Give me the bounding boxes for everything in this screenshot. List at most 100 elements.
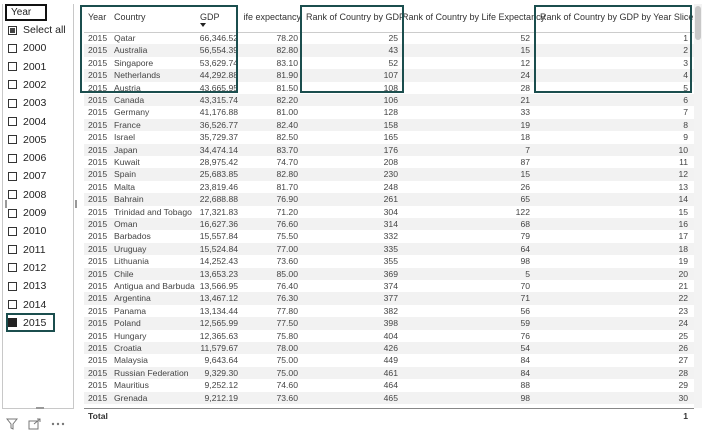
table-row[interactable]: 2015 Panama 13,134.44 77.80 382 56 23 bbox=[84, 305, 694, 317]
slicer-resize-handle-left[interactable] bbox=[5, 200, 7, 208]
column-header-rank-slicer[interactable]: Rank of Country by GDP by Year Slicer bbox=[540, 12, 696, 22]
slicer-item-select-all[interactable]: Select all bbox=[8, 22, 74, 38]
table-row[interactable]: 2015 Canada 43,315.74 82.20 106 21 6 bbox=[84, 94, 694, 107]
slicer-item-2006[interactable]: 2006 bbox=[8, 150, 74, 166]
slicer-item-2002[interactable]: 2002 bbox=[8, 77, 74, 93]
column-header-rank-gdp[interactable]: Rank of Country by GDP bbox=[306, 12, 405, 22]
cell-rank-gdp: 398 bbox=[383, 318, 398, 329]
checkbox[interactable] bbox=[8, 43, 17, 53]
cell-year: 2015 bbox=[88, 57, 108, 68]
cell-life-expectancy: 75.00 bbox=[276, 355, 298, 366]
cell-life-expectancy: 82.80 bbox=[276, 45, 298, 56]
slicer-item-2013[interactable]: 2013 bbox=[8, 278, 74, 294]
table-row[interactable]: 2015 Oman 16,627.36 76.60 314 68 16 bbox=[84, 218, 694, 231]
cell-rank-life: 19 bbox=[520, 119, 530, 130]
table-row[interactable]: 2015 Australia 56,554.39 82.80 43 15 2 bbox=[84, 44, 694, 57]
checkbox[interactable] bbox=[8, 171, 17, 181]
table-row[interactable]: 2015 Qatar 66,346.52 78.20 25 52 1 bbox=[84, 32, 694, 44]
column-header-country[interactable]: Country bbox=[114, 12, 146, 22]
slicer-item-2014[interactable]: 2014 bbox=[8, 297, 74, 313]
table-row[interactable]: 2015 Lithuania 14,252.43 73.60 355 98 19 bbox=[84, 255, 694, 267]
table-row[interactable]: 2015 Hungary 12,365.63 75.80 404 76 25 bbox=[84, 330, 694, 342]
cell-rank-slicer: 29 bbox=[678, 380, 688, 391]
cell-year: 2015 bbox=[88, 231, 108, 242]
column-header-life-expectancy[interactable]: Life expectancy bbox=[244, 12, 301, 22]
slicer-item-2011[interactable]: 2011 bbox=[8, 242, 74, 258]
table-row[interactable]: 2015 Singapore 53,629.74 83.10 52 12 3 bbox=[84, 57, 694, 69]
checkbox[interactable] bbox=[8, 190, 17, 200]
slicer-item-2008[interactable]: 2008 bbox=[8, 187, 74, 203]
slicer-item-2000[interactable]: 2000 bbox=[8, 40, 74, 56]
table-row[interactable]: 2015 Mauritius 9,252.12 74.60 464 88 29 bbox=[84, 379, 694, 391]
table-row[interactable]: 2015 Japan 34,474.14 83.70 176 7 10 bbox=[84, 143, 694, 156]
table-row[interactable]: 2015 Argentina 13,467.12 76.30 377 71 22 bbox=[84, 292, 694, 305]
table-vertical-scrollbar[interactable] bbox=[694, 4, 702, 408]
focus-mode-icon[interactable] bbox=[28, 418, 41, 433]
checkbox[interactable] bbox=[8, 117, 17, 126]
checkbox[interactable] bbox=[8, 80, 17, 90]
scrollbar-thumb[interactable] bbox=[695, 6, 701, 40]
table-row[interactable]: 2015 Spain 25,683.85 82.80 230 15 12 bbox=[84, 168, 694, 181]
cell-life-expectancy: 77.80 bbox=[276, 305, 298, 316]
column-header-year[interactable]: Year bbox=[88, 12, 106, 22]
table-row[interactable]: 2015 Trinidad and Tobago 17,321.83 71.20 304… bbox=[84, 206, 694, 218]
table-row[interactable]: 2015 Netherlands 44,292.88 81.90 107 24 4 bbox=[84, 69, 694, 82]
cell-rank-life: 21 bbox=[520, 95, 530, 105]
table-row[interactable]: 2015 France 36,526.77 82.40 158 19 8 bbox=[84, 118, 694, 132]
table-row[interactable]: 2015 Bahrain 22,688.88 76.90 261 65 14 bbox=[84, 193, 694, 206]
table-row[interactable]: 2015 Croatia 11,579.67 78.00 426 54 26 bbox=[84, 342, 694, 355]
slicer-item-2010[interactable]: 2010 bbox=[8, 223, 74, 239]
cell-rank-slicer: 27 bbox=[678, 355, 688, 366]
checkbox[interactable] bbox=[8, 153, 17, 163]
table-row[interactable]: 2015 Poland 12,565.99 77.50 398 59 24 bbox=[84, 317, 694, 330]
slicer-item-2004[interactable]: 2004 bbox=[8, 114, 74, 130]
checkbox[interactable] bbox=[8, 245, 17, 255]
checkbox[interactable] bbox=[8, 263, 17, 273]
table-row[interactable]: 2015 Malaysia 9,643.64 75.00 449 84 27 bbox=[84, 354, 694, 366]
table-row[interactable]: 2015 Israel 35,729.37 82.50 165 18 9 bbox=[84, 131, 694, 143]
checkbox[interactable] bbox=[8, 25, 17, 35]
cell-rank-gdp: 128 bbox=[383, 107, 398, 118]
slicer-resize-handle-right[interactable] bbox=[75, 200, 77, 208]
slicer-item-2001[interactable]: 2001 bbox=[8, 59, 74, 75]
checkbox[interactable] bbox=[8, 135, 17, 145]
table-row[interactable]: 2015 Kuwait 28,975.42 74.70 208 87 11 bbox=[84, 156, 694, 168]
slicer-item-2003[interactable]: 2003 bbox=[8, 95, 74, 111]
cell-rank-slicer: 1 bbox=[683, 33, 688, 43]
table-row[interactable]: 2015 Antigua and Barbuda 13,566.95 76.40 374… bbox=[84, 280, 694, 292]
slicer-item-2012[interactable]: 2012 bbox=[8, 260, 74, 276]
checkbox[interactable] bbox=[8, 300, 17, 309]
filter-icon[interactable] bbox=[5, 418, 19, 433]
cell-country: Malaysia bbox=[114, 355, 148, 366]
column-header-gdp[interactable]: GDP bbox=[200, 12, 220, 22]
cell-life-expectancy: 73.60 bbox=[276, 392, 298, 403]
slicer-item-2005[interactable]: 2005 bbox=[8, 132, 74, 148]
slicer-item-2007[interactable]: 2007 bbox=[8, 168, 74, 184]
table-row[interactable]: 2015 Austria 43,665.95 81.50 108 28 5 bbox=[84, 82, 694, 94]
cell-country: Singapore bbox=[114, 57, 154, 68]
column-header-rank-life[interactable]: Rank of Country by Life Expectancy bbox=[402, 12, 545, 22]
checkbox[interactable] bbox=[8, 208, 17, 218]
cell-rank-life: 98 bbox=[520, 256, 530, 267]
cell-rank-life: 18 bbox=[520, 132, 530, 143]
cell-year: 2015 bbox=[88, 107, 108, 118]
checkbox[interactable] bbox=[8, 98, 17, 108]
cell-year: 2015 bbox=[88, 194, 108, 205]
cell-life-expectancy: 83.10 bbox=[276, 57, 298, 68]
table-row[interactable]: 2015 Russian Federation 9,329.30 75.00 461 84… bbox=[84, 366, 694, 380]
table-row[interactable]: 2015 Barbados 15,557.84 75.50 332 79 17 bbox=[84, 230, 694, 242]
cell-rank-gdp: 465 bbox=[383, 392, 398, 403]
sort-descending-icon[interactable] bbox=[200, 23, 206, 27]
checkbox[interactable] bbox=[8, 226, 17, 236]
table-row[interactable]: 2015 Chile 13,653.23 85.00 369 5 20 bbox=[84, 267, 694, 280]
table-row[interactable]: 2015 Grenada 9,212.19 73.60 465 98 30 bbox=[84, 391, 694, 404]
checkbox[interactable] bbox=[8, 62, 17, 72]
cell-rank-life: 56 bbox=[520, 305, 530, 316]
checkbox[interactable] bbox=[8, 281, 17, 291]
slicer-resize-handle-bottom[interactable] bbox=[36, 407, 44, 409]
more-options-icon[interactable] bbox=[51, 418, 65, 433]
table-row[interactable]: 2015 Malta 23,819.46 81.70 248 26 13 bbox=[84, 181, 694, 193]
table-row[interactable]: 2015 Germany 41,176.88 81.00 128 33 7 bbox=[84, 106, 694, 118]
slicer-item-2009[interactable]: 2009 bbox=[8, 205, 74, 221]
table-row[interactable]: 2015 Uruguay 15,524.84 77.00 335 64 18 bbox=[84, 242, 694, 256]
